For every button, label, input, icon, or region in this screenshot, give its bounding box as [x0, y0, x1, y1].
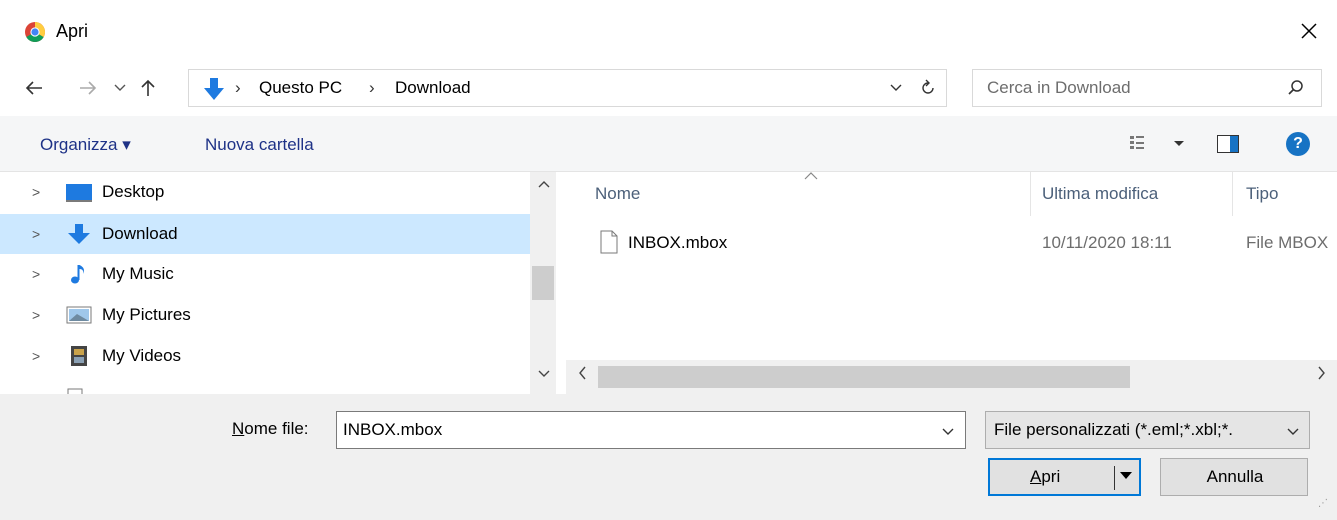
tree-item-label: My Videos — [102, 346, 182, 365]
search-box[interactable]: Cerca in Download — [972, 69, 1322, 107]
navigation-pane: > Desktop > Download > My Music > My Pic… — [0, 172, 555, 394]
file-name: INBOX.mbox — [628, 233, 728, 252]
back-arrow-icon — [25, 81, 42, 95]
change-view-button[interactable] — [1130, 133, 1186, 158]
file-row[interactable]: INBOX.mbox 10/11/2020 18:11 File MBOX — [566, 224, 1337, 264]
sort-ascending-icon — [804, 172, 818, 180]
filename-label-accesskey: N — [232, 419, 245, 438]
videos-icon — [71, 346, 87, 366]
tree-item-label: Desktop — [102, 182, 165, 201]
scroll-down-icon[interactable] — [538, 370, 550, 378]
breadcrumb-separator: › — [369, 78, 375, 97]
address-dropdown-icon[interactable] — [889, 81, 903, 95]
column-divider[interactable] — [1232, 172, 1233, 216]
view-list-icon — [1130, 136, 1184, 149]
filename-value[interactable]: INBOX.mbox — [343, 420, 442, 440]
back-button[interactable] — [22, 76, 46, 100]
tree-item-label: My Music — [102, 264, 174, 283]
file-modified: 10/11/2020 18:11 — [1042, 233, 1172, 252]
recent-locations-button[interactable] — [108, 76, 132, 100]
download-icon — [68, 224, 90, 244]
breadcrumb-download[interactable]: Download — [395, 78, 471, 98]
chevron-right-icon[interactable]: > — [32, 348, 40, 364]
file-type-filter-value: File personalizzati (*.eml;*.xbl;*. — [994, 420, 1234, 439]
pictures-icon — [66, 306, 92, 324]
search-placeholder: Cerca in Download — [987, 78, 1131, 97]
tree-item-label: Download — [102, 224, 178, 243]
search-icon[interactable] — [1287, 79, 1305, 97]
column-divider[interactable] — [1030, 172, 1031, 216]
refresh-icon[interactable] — [919, 79, 937, 97]
tree-item-label: My Pictures — [102, 305, 191, 324]
forward-arrow-icon — [80, 81, 97, 95]
tree-item-download[interactable]: > Download — [0, 214, 530, 254]
horizontal-scroll-thumb[interactable] — [598, 366, 1130, 388]
file-type-filter[interactable]: File personalizzati (*.eml;*.xbl;*. — [985, 411, 1310, 449]
organize-menu[interactable]: Organizza ▾ — [40, 135, 131, 155]
cancel-button[interactable]: Annulla — [1160, 458, 1308, 496]
chevron-right-icon[interactable]: > — [32, 226, 40, 242]
open-button[interactable]: Apri — [988, 458, 1141, 496]
tree-item-partial[interactable] — [0, 378, 530, 394]
file-list-horizontal-scrollbar[interactable] — [566, 360, 1337, 394]
filename-label-text: ome file: — [244, 419, 309, 438]
breadcrumb-separator: › — [235, 78, 241, 97]
scroll-right-icon[interactable] — [1318, 366, 1326, 380]
tree-item-my-videos[interactable]: > My Videos — [0, 336, 530, 376]
scroll-thumb[interactable] — [532, 266, 554, 300]
tree-item-desktop[interactable]: > Desktop — [0, 172, 530, 212]
resize-grip-icon[interactable]: ⋰ — [1318, 498, 1328, 509]
help-icon[interactable]: ? — [1286, 132, 1310, 156]
scroll-left-icon[interactable] — [578, 366, 586, 380]
chevron-right-icon[interactable]: > — [32, 266, 40, 282]
window-title: Apri — [56, 21, 89, 41]
folder-icon — [67, 388, 83, 394]
up-button[interactable] — [136, 76, 160, 100]
cancel-button-label: Annulla — [1206, 467, 1264, 486]
open-button-accesskey: A — [1030, 467, 1042, 486]
title-bar: Apri — [0, 0, 1337, 62]
file-icon — [600, 230, 618, 254]
split-button-divider — [1114, 466, 1115, 490]
open-button-label: Apri — [1030, 467, 1060, 487]
command-bar: Organizza ▾ Nuova cartella ? — [0, 116, 1337, 172]
music-icon — [71, 265, 84, 284]
new-folder-button[interactable]: Nuova cartella — [205, 135, 314, 155]
close-icon[interactable] — [1296, 18, 1322, 44]
address-bar[interactable]: › Questo PC › Download — [188, 69, 947, 107]
tree-item-my-pictures[interactable]: > My Pictures — [0, 295, 530, 335]
open-button-text: pri — [1041, 467, 1061, 486]
preview-pane-icon[interactable] — [1217, 135, 1239, 153]
file-type: File MBOX — [1246, 233, 1329, 252]
chevron-down-icon[interactable] — [1286, 425, 1300, 439]
filename-label: Nome file: — [232, 419, 309, 439]
breadcrumb-questo-pc[interactable]: Questo PC — [259, 78, 342, 98]
chevron-right-icon[interactable]: > — [32, 184, 40, 200]
column-header-name[interactable]: Nome — [595, 184, 640, 204]
download-folder-icon — [204, 78, 224, 100]
tree-item-my-music[interactable]: > My Music — [0, 254, 530, 294]
preview-pane-fill — [1230, 136, 1238, 152]
column-header-type[interactable]: Tipo — [1246, 184, 1278, 204]
chrome-icon — [25, 22, 45, 42]
chevron-down-icon — [114, 84, 126, 91]
up-arrow-icon — [141, 79, 155, 96]
filename-input[interactable]: INBOX.mbox — [336, 411, 966, 449]
navigation-scrollbar[interactable] — [530, 172, 556, 394]
column-header-modified[interactable]: Ultima modifica — [1042, 184, 1158, 204]
forward-button[interactable] — [76, 76, 100, 100]
chevron-down-icon[interactable] — [941, 425, 955, 439]
desktop-icon — [66, 184, 92, 202]
chevron-right-icon[interactable]: > — [32, 307, 40, 323]
dialog-footer: Nome file: INBOX.mbox File personalizzat… — [0, 394, 1337, 520]
split-button-arrow-icon[interactable] — [1120, 472, 1132, 479]
scroll-up-icon[interactable] — [538, 180, 550, 188]
